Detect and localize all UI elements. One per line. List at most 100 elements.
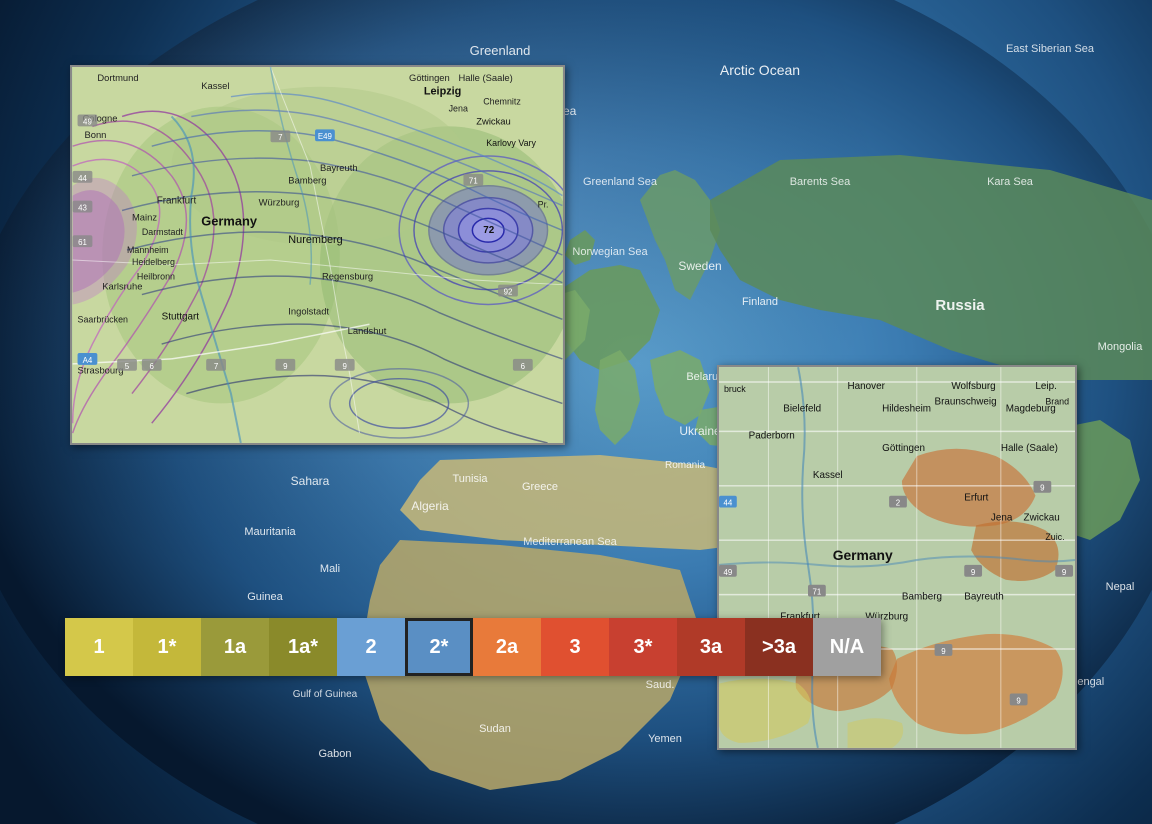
- svg-text:5: 5: [125, 362, 130, 371]
- svg-text:E49: E49: [318, 132, 333, 141]
- svg-text:Chemnitz: Chemnitz: [483, 97, 521, 107]
- label-arctic-ocean: Arctic Ocean: [720, 62, 800, 78]
- svg-text:49: 49: [724, 568, 733, 577]
- svg-text:A4: A4: [83, 356, 93, 365]
- label-sudan: Sudan: [479, 723, 511, 735]
- svg-text:Mainz: Mainz: [132, 211, 157, 222]
- svg-text:Stuttgart: Stuttgart: [162, 311, 200, 322]
- weather-inset-right: Hanover Wolfsburg Bielefeld Hildesheim B…: [717, 365, 1077, 750]
- svg-text:Bayreuth: Bayreuth: [964, 592, 1004, 603]
- weather-inset-left: 72: [70, 65, 565, 445]
- svg-text:Frankfurt: Frankfurt: [157, 196, 197, 207]
- svg-text:Heilbronn: Heilbronn: [137, 272, 175, 282]
- svg-text:Erfurt: Erfurt: [964, 493, 988, 504]
- svg-text:Jena: Jena: [449, 104, 468, 114]
- svg-text:Hanover: Hanover: [848, 381, 886, 392]
- svg-text:Zuic.: Zuic.: [1045, 532, 1064, 542]
- svg-text:Bielefeld: Bielefeld: [783, 404, 821, 415]
- svg-text:9: 9: [283, 362, 288, 371]
- label-greenland: Greenland: [470, 43, 531, 58]
- svg-text:Strasbourg: Strasbourg: [78, 365, 124, 376]
- svg-text:Kassel: Kassel: [201, 80, 229, 91]
- svg-text:Bamberg: Bamberg: [288, 175, 326, 186]
- svg-text:Mannheim: Mannheim: [127, 245, 169, 255]
- label-greenland-sea: Greenland Sea: [583, 176, 658, 188]
- label-mali: Mali: [320, 563, 340, 575]
- label-norwegian-sea: Norwegian Sea: [572, 246, 648, 258]
- legend-item-1a[interactable]: 1a: [201, 618, 269, 676]
- legend-item-3star[interactable]: 3*: [609, 618, 677, 676]
- label-nepal: Nepal: [1106, 581, 1135, 593]
- label-romania: Romania: [665, 460, 705, 471]
- svg-text:Kassel: Kassel: [813, 470, 843, 481]
- svg-text:Bamberg: Bamberg: [902, 592, 942, 603]
- svg-text:9: 9: [1040, 484, 1045, 493]
- svg-text:Nuremberg: Nuremberg: [288, 234, 342, 246]
- svg-text:2: 2: [896, 499, 900, 508]
- svg-text:Paderborn: Paderborn: [749, 430, 795, 441]
- legend-item-1astar[interactable]: 1a*: [269, 618, 337, 676]
- svg-text:72: 72: [483, 225, 494, 236]
- svg-text:44: 44: [78, 174, 87, 183]
- svg-text:9: 9: [1016, 696, 1021, 705]
- svg-text:Dortmund: Dortmund: [97, 72, 138, 83]
- label-saudi: Saud.: [646, 679, 675, 691]
- legend-item-1star[interactable]: 1*: [133, 618, 201, 676]
- svg-text:Saarbrücken: Saarbrücken: [78, 314, 128, 324]
- svg-text:6: 6: [150, 362, 155, 371]
- label-ukraine: Ukraine: [679, 424, 721, 438]
- svg-text:Darmstadt: Darmstadt: [142, 227, 184, 237]
- svg-text:Göttingen: Göttingen: [409, 72, 450, 83]
- svg-text:Bonn: Bonn: [84, 129, 106, 140]
- label-finland: Finland: [742, 296, 778, 308]
- svg-text:49: 49: [83, 117, 92, 126]
- svg-text:92: 92: [504, 288, 513, 297]
- legend-item-2star[interactable]: 2*: [405, 618, 473, 676]
- svg-text:9: 9: [971, 568, 976, 577]
- legend-item-1[interactable]: 1: [65, 618, 133, 676]
- svg-text:Würzburg: Würzburg: [259, 197, 300, 208]
- legend-bar: 11*1a1a*22*2a33*3a>3aN/A: [65, 618, 881, 676]
- label-gabon: Gabon: [318, 748, 351, 760]
- label-russia: Russia: [935, 297, 985, 314]
- label-sweden: Sweden: [678, 259, 721, 273]
- svg-text:Leip.: Leip.: [1035, 381, 1056, 392]
- label-kara-sea: Kara Sea: [987, 176, 1034, 188]
- svg-text:bruck: bruck: [724, 384, 746, 394]
- label-yemen: Yemen: [648, 733, 682, 745]
- svg-text:Karlovy Vary: Karlovy Vary: [486, 138, 536, 148]
- svg-text:Germany: Germany: [833, 547, 893, 563]
- svg-text:Wolfsburg: Wolfsburg: [951, 381, 995, 392]
- label-guinea: Guinea: [247, 591, 283, 603]
- svg-text:7: 7: [214, 362, 218, 371]
- label-barents-sea: Barents Sea: [790, 176, 851, 188]
- label-mauritania: Mauritania: [244, 526, 296, 538]
- svg-text:71: 71: [813, 588, 822, 597]
- legend-item-3aplus[interactable]: >3a: [745, 618, 813, 676]
- svg-text:Halle (Saale): Halle (Saale): [458, 72, 512, 83]
- svg-text:9: 9: [1062, 568, 1067, 577]
- svg-text:Braunschweig: Braunschweig: [935, 397, 997, 408]
- svg-text:Zwickau: Zwickau: [476, 115, 510, 126]
- legend-item-2a[interactable]: 2a: [473, 618, 541, 676]
- svg-text:Jena: Jena: [991, 512, 1013, 523]
- svg-text:7: 7: [278, 133, 282, 142]
- legend-item-na[interactable]: N/A: [813, 618, 881, 676]
- legend-item-3[interactable]: 3: [541, 618, 609, 676]
- svg-text:44: 44: [724, 499, 733, 508]
- legend-item-2[interactable]: 2: [337, 618, 405, 676]
- svg-text:Heidelberg: Heidelberg: [132, 257, 175, 267]
- svg-text:Regensburg: Regensburg: [322, 271, 373, 282]
- svg-text:Bayreuth: Bayreuth: [320, 162, 358, 173]
- svg-text:Pr.: Pr.: [538, 200, 549, 210]
- svg-text:Landshut: Landshut: [348, 325, 387, 336]
- label-algeria: Algeria: [411, 499, 449, 513]
- label-mediterranean: Mediterranean Sea: [523, 536, 617, 548]
- svg-text:Halle (Saale): Halle (Saale): [1001, 443, 1058, 454]
- svg-text:6: 6: [521, 362, 526, 371]
- legend-item-3a[interactable]: 3a: [677, 618, 745, 676]
- svg-text:9: 9: [941, 647, 946, 656]
- label-east-siberian-sea: East Siberian Sea: [1006, 43, 1095, 55]
- svg-text:61: 61: [78, 238, 87, 247]
- label-tunisia: Tunisia: [452, 473, 488, 485]
